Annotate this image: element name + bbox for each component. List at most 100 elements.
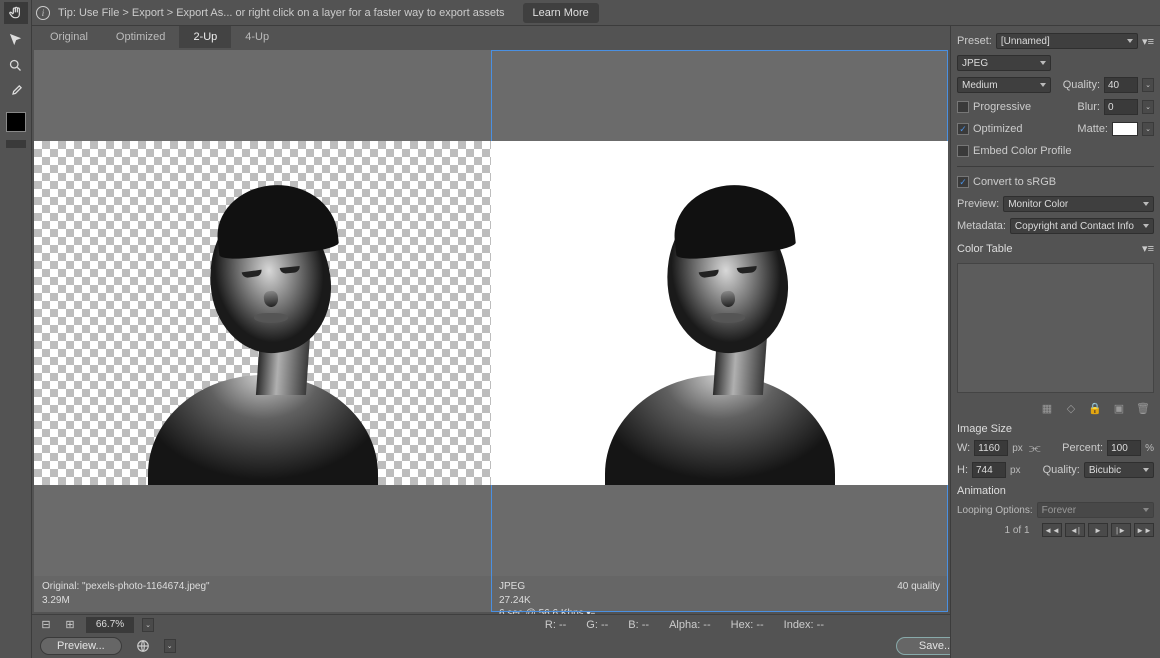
animation-heading: Animation [957, 485, 1154, 497]
original-footer: Original: "pexels-photo-1164674.jpeg" 3.… [34, 576, 491, 612]
map-transparent-icon[interactable]: 🔒 [1088, 401, 1102, 415]
matte-swatch[interactable] [1112, 122, 1138, 136]
pane-optimized-preview[interactable]: JPEG 27.24K 6 sec @ 56.6 Kbps ▾≡ 40 qual… [491, 50, 948, 612]
slice-select-tool-icon[interactable] [4, 28, 28, 50]
color-table-menu-icon[interactable]: ▾≡ [1142, 242, 1154, 255]
link-dimensions-icon[interactable]: ⫘ [1027, 440, 1043, 456]
preview-size: 27.24K [499, 594, 595, 608]
quality-label: Quality: [1063, 79, 1100, 91]
preset-select[interactable]: [Unnamed] [996, 33, 1138, 49]
optimized-label: Optimized [973, 123, 1023, 135]
metadata-label: Metadata: [957, 220, 1006, 232]
preview-profile-select[interactable]: Monitor Color [1003, 196, 1154, 212]
preview-quality: 40 quality [897, 580, 940, 594]
readout-hex: Hex: -- [731, 619, 764, 631]
zoom-tool-icon[interactable] [4, 54, 28, 76]
zoom-in-icon[interactable]: ⊞ [62, 617, 78, 633]
prev-frame-button[interactable]: ◄| [1065, 523, 1085, 537]
color-table-heading: Color Table [957, 243, 1012, 255]
matte-dropdown[interactable]: ⌄ [1142, 122, 1154, 136]
eyedropper-tool-icon[interactable] [4, 80, 28, 102]
readout-b: B: -- [628, 619, 649, 631]
resample-select[interactable]: Bicubic [1084, 462, 1154, 478]
optimized-checkbox[interactable]: ✓ [957, 123, 969, 135]
settings-panel: Preset: [Unnamed] ▾≡ JPEG Medium Quality… [950, 26, 1160, 658]
quality-dropdown[interactable]: ⌄ [1142, 78, 1154, 92]
width-field[interactable] [974, 440, 1008, 456]
readout-r: R: -- [545, 619, 566, 631]
original-filename: Original: "pexels-photo-1164674.jpeg" [42, 580, 210, 594]
blur-dropdown[interactable]: ⌄ [1142, 100, 1154, 114]
canvas-row: Original: "pexels-photo-1164674.jpeg" 3.… [32, 48, 950, 612]
metadata-select[interactable]: Copyright and Contact Info [1010, 218, 1154, 234]
zoom-out-icon[interactable]: ⊟ [38, 617, 54, 633]
tip-bar: i Tip: Use File > Export > Export As... … [0, 0, 1160, 26]
tab-optimized[interactable]: Optimized [102, 26, 180, 48]
matte-label: Matte: [1077, 123, 1108, 135]
compression-select[interactable]: Medium [957, 77, 1051, 93]
first-frame-button[interactable]: ◄◄ [1042, 523, 1062, 537]
zoom-level-field[interactable] [86, 617, 134, 633]
looping-label: Looping Options: [957, 505, 1033, 516]
preset-menu-icon[interactable]: ▾≡ [1142, 35, 1154, 48]
browser-preview-icon[interactable] [130, 637, 156, 655]
format-select[interactable]: JPEG [957, 55, 1051, 71]
blur-field[interactable] [1104, 99, 1138, 115]
readout-g: G: -- [586, 619, 608, 631]
status-bar: ⊟ ⊞ ⌄ R: -- G: -- B: -- Alpha: -- Hex: -… [32, 614, 950, 634]
width-label: W: [957, 442, 970, 454]
preview-button[interactable]: Preview... [40, 637, 122, 655]
zoom-dropdown[interactable]: ⌄ [142, 618, 154, 632]
readout-alpha: Alpha: -- [669, 619, 711, 631]
original-image [148, 175, 378, 485]
new-color-icon[interactable]: ▣ [1112, 401, 1126, 415]
tab-4up[interactable]: 4-Up [231, 26, 283, 48]
last-frame-button[interactable]: ►► [1134, 523, 1154, 537]
view-tabs: Original Optimized 2-Up 4-Up [32, 26, 950, 48]
color-table-area [957, 263, 1154, 393]
embed-profile-checkbox[interactable] [957, 145, 969, 157]
original-filesize: 3.29M [42, 594, 210, 608]
height-label: H: [957, 464, 968, 476]
work-area: Original Optimized 2-Up 4-Up Original: "… [32, 26, 950, 612]
color-table-tools: ▦ ◇ 🔒 ▣ 🗑 [957, 399, 1154, 417]
embed-profile-label: Embed Color Profile [973, 145, 1071, 157]
play-button[interactable]: ► [1088, 523, 1108, 537]
preview-profile-label: Preview: [957, 198, 999, 210]
original-canvas[interactable] [34, 50, 491, 576]
quality-field[interactable] [1104, 77, 1138, 93]
tab-original[interactable]: Original [36, 26, 102, 48]
learn-more-button[interactable]: Learn More [523, 3, 599, 23]
preset-label: Preset: [957, 35, 992, 47]
progressive-checkbox[interactable] [957, 101, 969, 113]
looping-select: Forever [1037, 502, 1154, 518]
browser-dropdown[interactable]: ⌄ [164, 639, 176, 653]
height-field[interactable] [972, 462, 1006, 478]
tab-2up[interactable]: 2-Up [179, 26, 231, 48]
next-frame-button[interactable]: |► [1111, 523, 1131, 537]
info-icon: i [36, 6, 50, 20]
readout-index: Index: -- [784, 619, 824, 631]
frame-indicator: 1 of 1 [995, 525, 1039, 536]
delete-color-icon[interactable]: 🗑 [1136, 401, 1150, 415]
toolbar [0, 0, 32, 658]
preview-canvas[interactable] [491, 50, 948, 576]
blur-label: Blur: [1077, 101, 1100, 113]
lock-color-icon[interactable]: ◇ [1064, 401, 1078, 415]
tip-text: Tip: Use File > Export > Export As... or… [58, 7, 505, 19]
convert-srgb-label: Convert to sRGB [973, 176, 1056, 188]
preview-footer: JPEG 27.24K 6 sec @ 56.6 Kbps ▾≡ 40 qual… [491, 576, 948, 612]
snap-web-icon[interactable]: ▦ [1040, 401, 1054, 415]
percent-label: Percent: [1062, 442, 1103, 454]
preview-format: JPEG [499, 580, 595, 594]
resample-quality-label: Quality: [1043, 464, 1080, 476]
pane-original[interactable]: Original: "pexels-photo-1164674.jpeg" 3.… [34, 50, 491, 612]
progressive-label: Progressive [973, 101, 1031, 113]
foreground-color-swatch[interactable] [6, 112, 26, 132]
percent-field[interactable] [1107, 440, 1141, 456]
toggle-slices-icon[interactable] [6, 140, 26, 148]
convert-srgb-checkbox[interactable]: ✓ [957, 176, 969, 188]
hand-tool-icon[interactable] [4, 2, 28, 24]
image-size-heading: Image Size [957, 423, 1154, 435]
preview-image [605, 175, 835, 485]
